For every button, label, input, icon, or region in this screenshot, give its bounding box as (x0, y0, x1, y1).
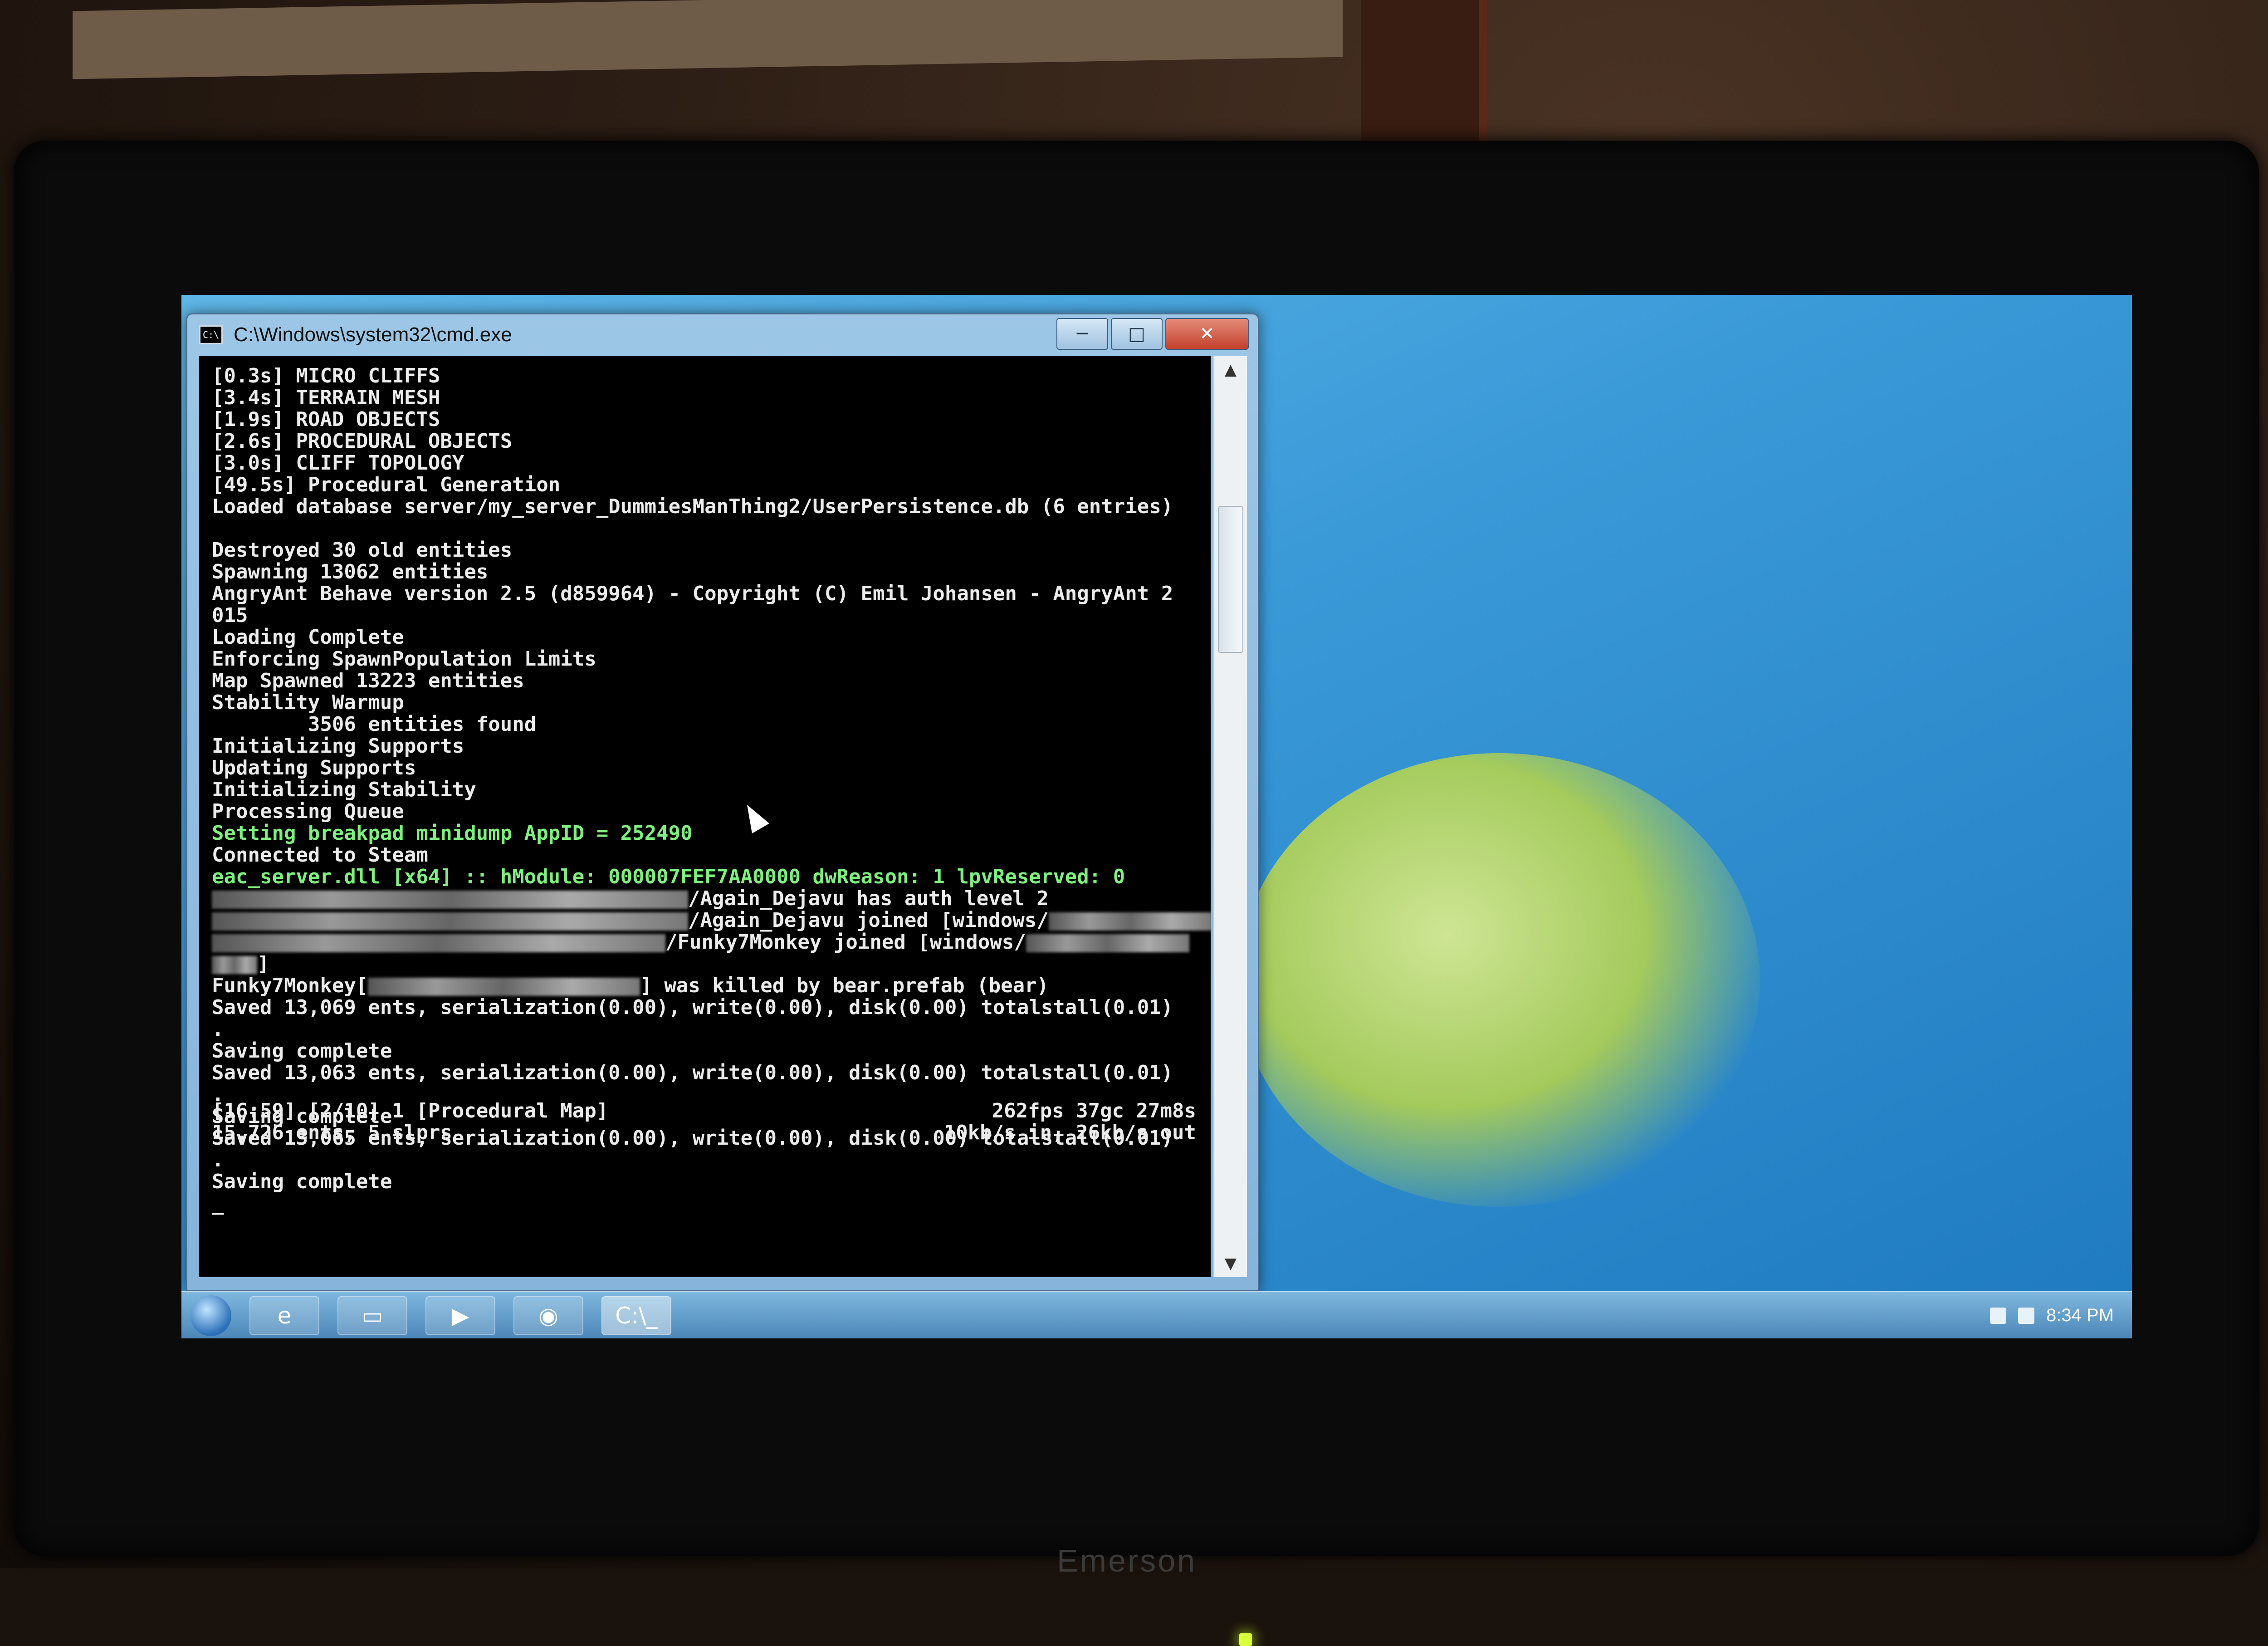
cmd-app-icon: C:\ (199, 325, 223, 344)
console-line: [1.9s] ROAD OBJECTS (212, 408, 440, 431)
console-line: Map Spawned 13223 entities (212, 669, 524, 692)
console-line-eac: eac_server.dll [x64] :: hModule: 000007F… (212, 865, 1125, 888)
redacted-block (212, 891, 688, 909)
cmd-taskbar-button[interactable]: C:\_ (601, 1296, 671, 1335)
console-line: Initializing Stability (212, 778, 476, 801)
console-line-save: . (212, 1148, 224, 1171)
status-fps: 262fps 37gc 27m8s (992, 1099, 1196, 1122)
media-player-taskbar-icon[interactable]: ▶ (425, 1296, 495, 1335)
console-line-redacted: /Funky7Monkey joined [windows/ (212, 931, 1198, 953)
console-output[interactable]: [0.3s] MICRO CLIFFS [3.4s] TERRAIN MESH … (199, 356, 1211, 1277)
windows-wallpaper-logo (1238, 753, 1760, 1207)
status-row: 15,726 ents, 5 slprs 10kb/s in, 26kb/s o… (212, 1122, 1196, 1144)
status-time-map: [16:59] [2/10] 1 [Procedural Map] (212, 1099, 609, 1122)
redacted-block (1048, 912, 1211, 931)
console-line-text: ] was killed by bear.prefab (bear) (640, 974, 1049, 997)
console-line-text: /Again_Dejavu has auth level 2 (688, 887, 1049, 910)
window-controls: ─ □ ✕ (1056, 318, 1249, 350)
console-line: [49.5s] Procedural Generation (212, 473, 561, 496)
console-line-redacted: /Again_Dejavu has auth level 2 (212, 888, 1198, 910)
server-status-bar: [16:59] [2/10] 1 [Procedural Map] 262fps… (212, 1100, 1196, 1144)
console-line: Updating Supports (212, 756, 416, 779)
status-row: [16:59] [2/10] 1 [Procedural Map] 262fps… (212, 1100, 1196, 1122)
redacted-block (1026, 934, 1189, 952)
monitor-brand: Emerson (1057, 1543, 1197, 1578)
console-line: Stability Warmup (212, 691, 404, 714)
console-line-kill: Funky7Monkey[ ] was killed by bear.prefab… (212, 975, 1198, 997)
cmd-titlebar[interactable]: C:\ C:\Windows\system32\cmd.exe ─ □ ✕ (187, 314, 1258, 355)
console-line: [3.4s] TERRAIN MESH (212, 386, 440, 409)
console-line: [2.6s] PROCEDURAL OBJECTS (212, 430, 513, 453)
start-button[interactable] (191, 1295, 231, 1336)
console-line: Loading Complete (212, 626, 404, 649)
system-tray: 8:34 PM (1990, 1292, 2114, 1338)
power-led (1239, 1633, 1252, 1646)
console-line-text: Funky7Monkey[ (212, 974, 368, 997)
taskbar: e ▭ ▶ ◉ C:\_ 8:34 PM (181, 1291, 2132, 1338)
console-line: Spawning 13062 entities (212, 560, 489, 583)
status-entities: 15,726 ents, 5 slprs (212, 1121, 452, 1144)
console-line-redacted: /Again_Dejavu joined [windows/ (212, 909, 1211, 932)
scroll-up-icon[interactable]: ▲ (1214, 356, 1247, 383)
volume-icon[interactable] (2018, 1307, 2035, 1324)
redacted-block (212, 956, 257, 974)
redacted-block (212, 912, 688, 931)
console-lines: [0.3s] MICRO CLIFFS [3.4s] TERRAIN MESH … (199, 356, 1211, 1224)
console-line-text: /Again_Dejavu joined [windows/ (688, 909, 1049, 932)
console-line: Processing Queue (212, 800, 404, 823)
console-line-text: /Funky7Monkey joined [windows/ (665, 931, 1026, 954)
vertical-scrollbar[interactable]: ▲ ▼ (1213, 356, 1247, 1277)
console-line: AngryAnt Behave version 2.5 (d859964) - … (212, 582, 1173, 605)
cmd-window[interactable]: C:\ C:\Windows\system32\cmd.exe ─ □ ✕ [0… (186, 313, 1259, 1291)
redacted-block (368, 978, 640, 996)
console-line: Initializing Supports (212, 735, 464, 758)
console-line: Destroyed 30 old entities (212, 539, 513, 562)
status-network: 10kb/s in, 26kb/s out (943, 1121, 1196, 1144)
console-line: Enforcing SpawnPopulation Limits (212, 647, 596, 671)
scroll-down-icon[interactable]: ▼ (1214, 1250, 1247, 1277)
minimize-button[interactable]: ─ (1056, 318, 1108, 350)
close-button[interactable]: ✕ (1165, 318, 1249, 350)
taskbar-clock[interactable]: 8:34 PM (2046, 1305, 2114, 1326)
console-line-save: . (212, 1018, 224, 1041)
network-icon[interactable] (1990, 1307, 2007, 1324)
console-line-redacted: ] (212, 953, 1198, 975)
console-line-save: Saving complete (212, 1170, 392, 1193)
scroll-thumb[interactable] (1218, 506, 1243, 653)
console-line-breakpad: Setting breakpad minidump AppID = 252490 (212, 822, 693, 845)
explorer-taskbar-icon[interactable]: ▭ (337, 1296, 407, 1335)
maximize-button[interactable]: □ (1111, 318, 1163, 350)
firefox-taskbar-icon[interactable]: ◉ (513, 1296, 583, 1335)
redacted-block (212, 934, 665, 952)
console-cursor: _ (212, 1192, 224, 1215)
console-line-save: Saving complete (212, 1039, 392, 1063)
console-line: 015 (212, 604, 248, 627)
console-line-text: ] (257, 952, 269, 975)
console-line-save: Saved 13,069 ents, serialization(0.00), … (212, 996, 1173, 1019)
ie-taskbar-icon[interactable]: e (249, 1296, 319, 1335)
desktop-screen: C:\ C:\Windows\system32\cmd.exe ─ □ ✕ [0… (181, 295, 2132, 1338)
console-line: [3.0s] CLIFF TOPOLOGY (212, 451, 464, 475)
console-line: Loaded database server/my_server_Dummies… (212, 495, 1173, 518)
console-line: [0.3s] MICRO CLIFFS (212, 364, 440, 387)
console-line: 3506 entities found (212, 713, 537, 736)
window-title: C:\Windows\system32\cmd.exe (234, 323, 512, 346)
console-line-steam: Connected to Steam (212, 843, 428, 867)
console-line-save: Saved 13,063 ents, serialization(0.00), … (212, 1061, 1173, 1084)
